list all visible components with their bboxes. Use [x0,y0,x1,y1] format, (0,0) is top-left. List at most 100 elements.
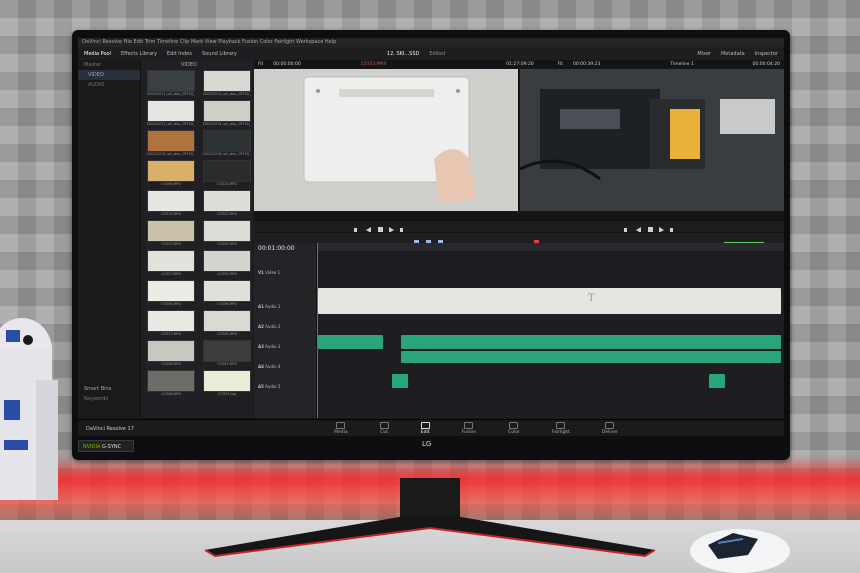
clip-thumbnail-image [147,280,195,302]
clip-thumbnail-caption: DSC00213_ski_bos_CRT18_LUT [147,122,195,126]
timeline-current-timecode: 00:01:00:00 [258,245,295,252]
clip-thumbnail[interactable]: C0315.MP4 [147,190,195,217]
clip-thumbnail[interactable]: C0353.jpg [203,370,251,397]
left-viewer-zoom[interactable]: Fit [258,62,263,67]
clip-thumbnail-caption: C0337.MP4 [161,332,181,336]
page-tab-label: Media [334,430,348,435]
clip-thumbnail[interactable]: C0348.MP4 [147,370,195,397]
page-tab-label: Fusion [461,430,477,435]
clip-grid: DSC00211_ski_bos_CRT18_LUT DSC00212_ski_b… [141,70,253,397]
clip-thumbnail[interactable]: C0347.MP4 [203,340,251,367]
clip-thumbnail[interactable]: C0345.MP4 [203,310,251,337]
right-viewer-zoom[interactable]: Fit [558,62,563,67]
top-toolbar: Media Pool Effects Library Edit Index So… [78,47,784,61]
nvidia-gsync-badge: NVIDIA G-SYNC [78,440,134,452]
clip-thumbnail-image [147,220,195,242]
clip-thumbnail-caption: C0315.MP4 [161,212,181,216]
track-headers: 00:01:00:00 V1 Video 1 A1 Audio 1 A2 Aud… [254,243,317,418]
clip-thumbnail-caption: C0347.MP4 [217,362,237,366]
inspector-button[interactable]: Inspector [755,51,778,57]
menu-bar[interactable]: DaVinci Resolve File Edit Trim Timeline … [78,38,784,47]
track-header-a3[interactable]: A3 Audio 3 [254,344,316,352]
clip-thumbnail[interactable]: C0336.MP4 [203,280,251,307]
clip-thumbnail-image [147,340,195,362]
clip-thumbnail-caption: C0332.MP4 [217,272,237,276]
page-tab-color[interactable]: Color [508,422,520,435]
clip-thumbnail-caption: C0325.MP4 [217,242,237,246]
source-viewer-image [254,69,518,211]
audio-clip-1[interactable] [318,335,383,349]
clip-thumbnail[interactable]: C0346.MP4 [147,340,195,367]
clip-thumbnail[interactable]: C0335.MP4 [147,280,195,307]
clip-thumbnail-image [147,310,195,332]
clip-thumbnail[interactable]: C0337.MP4 [147,310,195,337]
bin-list: Master VIDEO AUDIO Smart Bins Keywords [78,60,141,418]
track-header-v1[interactable]: V1 Video 1 [254,270,316,278]
clip-thumbnail-image [203,100,251,122]
clip-thumbnail[interactable]: DSC00215_ski_bos_CRT18_LUT [147,130,195,157]
timeline-ruler[interactable] [317,243,784,251]
page-tab-label: Color [508,430,520,435]
mixer-button[interactable]: Mixer [697,51,711,57]
clip-thumbnail[interactable]: C0322.MP4 [203,190,251,217]
project-title: 12. SKI...SSD [386,50,420,57]
sound-library-button[interactable]: Sound Library [202,51,237,57]
audio-clip-4[interactable] [392,374,408,388]
cut-page-icon [379,422,389,429]
clip-thumbnail-image [147,70,195,92]
clip-thumbnail-caption: C0323.MP4 [161,242,181,246]
clip-thumbnail-caption: C0309.MP4 [161,182,181,186]
clip-thumbnail[interactable]: DSC00211_ski_bos_CRT18_LUT [147,70,195,97]
clip-thumbnail-image [147,100,195,122]
bin-video[interactable]: VIDEO [78,70,140,80]
clip-thumbnail[interactable]: C0309.MP4 [147,160,195,187]
media-pool-button[interactable]: Media Pool [84,51,111,57]
deliver-page-icon [605,422,615,429]
track-header-a5[interactable]: A5 Audio 5 [254,384,316,392]
page-tab-media[interactable]: Media [334,422,348,435]
clip-thumbnail-image [147,370,195,392]
clip-thumbnail[interactable]: C0310.MP4 [203,160,251,187]
clip-thumbnail-image [203,160,251,182]
bin-keywords[interactable]: Keywords [78,394,140,404]
bin-master[interactable]: Master [78,60,140,70]
mouse [690,529,790,573]
clip-thumbnail-caption: DSC00214_ski_bos_CRT18_LUT [203,122,251,126]
clip-thumbnail-image [203,190,251,212]
track-header-a2[interactable]: A2 Audio 2 [254,324,316,332]
bin-audio[interactable]: AUDIO [78,80,140,90]
playhead[interactable] [317,243,318,418]
clip-thumbnail-image [147,160,195,182]
audio-clip-3[interactable] [401,351,781,363]
clip-thumbnail[interactable]: DSC00213_ski_bos_CRT18_LUT [147,100,195,127]
viewer-header: Fit 00:00:00:00 C0353.MP4 01:27:09:20 Fi… [254,60,784,69]
clip-thumbnail-caption: DSC00211_ski_bos_CRT18_LUT [147,92,195,96]
page-tab-cut[interactable]: Cut [379,422,389,435]
page-tab-edit[interactable]: Edit [420,422,430,435]
monitor: DaVinci Resolve File Edit Trim Timeline … [72,30,790,460]
clip-thumbnail[interactable]: DSC00212_ski_bos_CRT18_LUT [203,70,251,97]
clip-thumbnail[interactable]: C0332.MP4 [203,250,251,277]
clip-thumbnail[interactable]: DSC00216_ski_bos_CRT18_LUT [203,130,251,157]
page-tab-deliver[interactable]: Deliver [602,422,618,435]
clip-thumbnail-image [203,310,251,332]
clip-thumbnail-image [147,190,195,212]
edit-index-button[interactable]: Edit Index [167,51,192,57]
edited-status: Edited [429,50,446,57]
page-tab-fusion[interactable]: Fusion [462,422,476,435]
track-header-a1[interactable]: A1 Audio 1 [254,304,316,312]
track-header-a4[interactable]: A4 Audio 4 [254,364,316,372]
color-page-icon [509,422,519,429]
audio-clip-5[interactable] [709,374,725,388]
clip-thumbnail[interactable]: C0327.MP4 [147,250,195,277]
clip-thumbnail[interactable]: DSC00214_ski_bos_CRT18_LUT [203,100,251,127]
clip-thumbnail[interactable]: C0323.MP4 [147,220,195,247]
clip-thumbnail[interactable]: C0325.MP4 [203,220,251,247]
audio-clip-2[interactable] [401,335,781,349]
title-clip[interactable]: T [318,288,781,314]
metadata-button[interactable]: Metadata [721,51,745,57]
sequence-name[interactable]: Timeline 1 [670,62,693,67]
page-tab-fairlight[interactable]: Fairlight [552,422,570,435]
media-pool: VIDEO DSC00211_ski_bos_CRT18_LUT DSC00212… [141,60,253,418]
effects-library-button[interactable]: Effects Library [121,51,157,57]
